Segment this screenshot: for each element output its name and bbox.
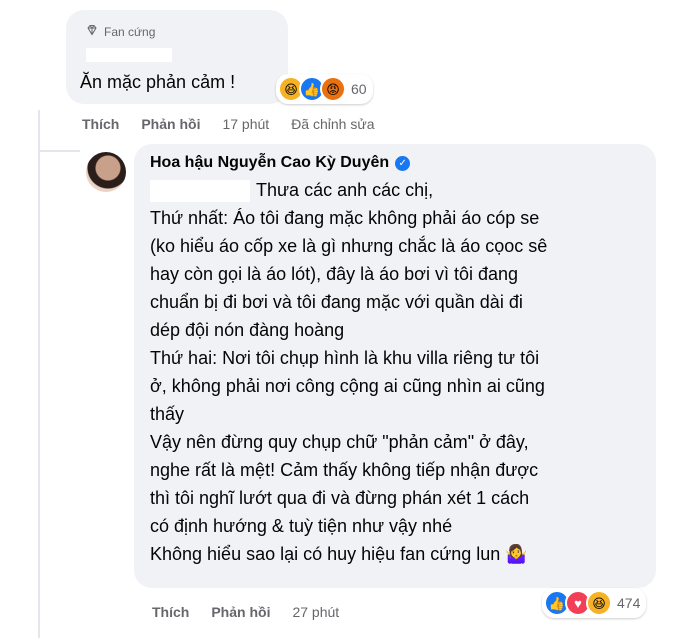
reaction-count: 474 [617,595,641,611]
reply-line: chuẩn bị đi bơi và tôi đang mặc với quần… [150,292,523,312]
author-label: Hoa hậu Nguyễn Cao Kỳ Duyên [150,154,390,171]
reply-line: có định hướng & tuỳ tiện như vậy nhé [150,516,453,536]
like-button[interactable]: Thích [82,116,119,132]
verified-icon: ✓ [395,155,411,171]
reaction-summary[interactable]: 👍 ♥ 😆 474 [542,588,647,618]
fan-badge: Fan cứng [86,24,155,39]
reply-line: thấy [150,404,185,424]
reply-line: Thứ nhất: Áo tôi đang mặc không phải áo … [150,208,540,228]
badge-label: Fan cứng [104,24,156,39]
reply-line: Không hiểu sao lại có huy hiệu fan cứng … [150,544,528,564]
reply-button[interactable]: Phản hồi [141,116,200,132]
reply-line: ở, không phải nơi công cộng ai cũng nhìn… [150,376,545,396]
avatar[interactable] [86,152,126,192]
edited-label[interactable]: Đã chỉnh sửa [291,116,374,132]
reply-line: Vậy nên đừng quy chụp chữ "phản cảm" ở đ… [150,432,529,452]
redacted-name [86,48,172,62]
timestamp[interactable]: 17 phút [222,116,269,132]
thread-connector [38,150,80,152]
timestamp[interactable]: 27 phút [292,604,339,620]
reply-line: (ko hiểu áo cốp xe là gì nhưng chắc là á… [150,236,548,256]
author-name[interactable]: Hoa hậu Nguyễn Cao Kỳ Duyên ✓ [150,154,411,172]
comment-actions: Thích Phản hồi 17 phút Đã chỉnh sửa [82,116,397,132]
reply-line: thì tôi nghĩ lướt qua đi và đừng phán xé… [150,488,530,508]
reply-line: Thưa các anh các chị, [256,180,434,200]
like-button[interactable]: Thích [152,604,189,620]
reply-line: Thứ hai: Nơi tôi chụp hình là khu villa … [150,348,540,368]
haha-icon: 😆 [586,590,612,616]
reply-line: hay còn gọi là áo lót), đây là áo bơi vì… [150,264,519,284]
reply-actions: Thích Phản hồi 27 phút [152,604,361,620]
angry-icon: 😡 [320,76,346,102]
reply-line: dép đội nón đàng hoàng [150,320,345,340]
reply-line: nghe rất là mệt! Cảm thấy không tiếp nhậ… [150,460,539,480]
diamond-icon [86,24,98,39]
reply-text: Thưa các anh các chị, Thứ nhất: Áo tôi đ… [150,176,650,568]
comment-text: Ăn mặc phản cảm ! [80,72,236,92]
reaction-summary[interactable]: 😆 👍 😡 60 [276,74,373,104]
reaction-count: 60 [351,81,367,97]
reply-button[interactable]: Phản hồi [211,604,270,620]
thread-line [38,110,40,638]
